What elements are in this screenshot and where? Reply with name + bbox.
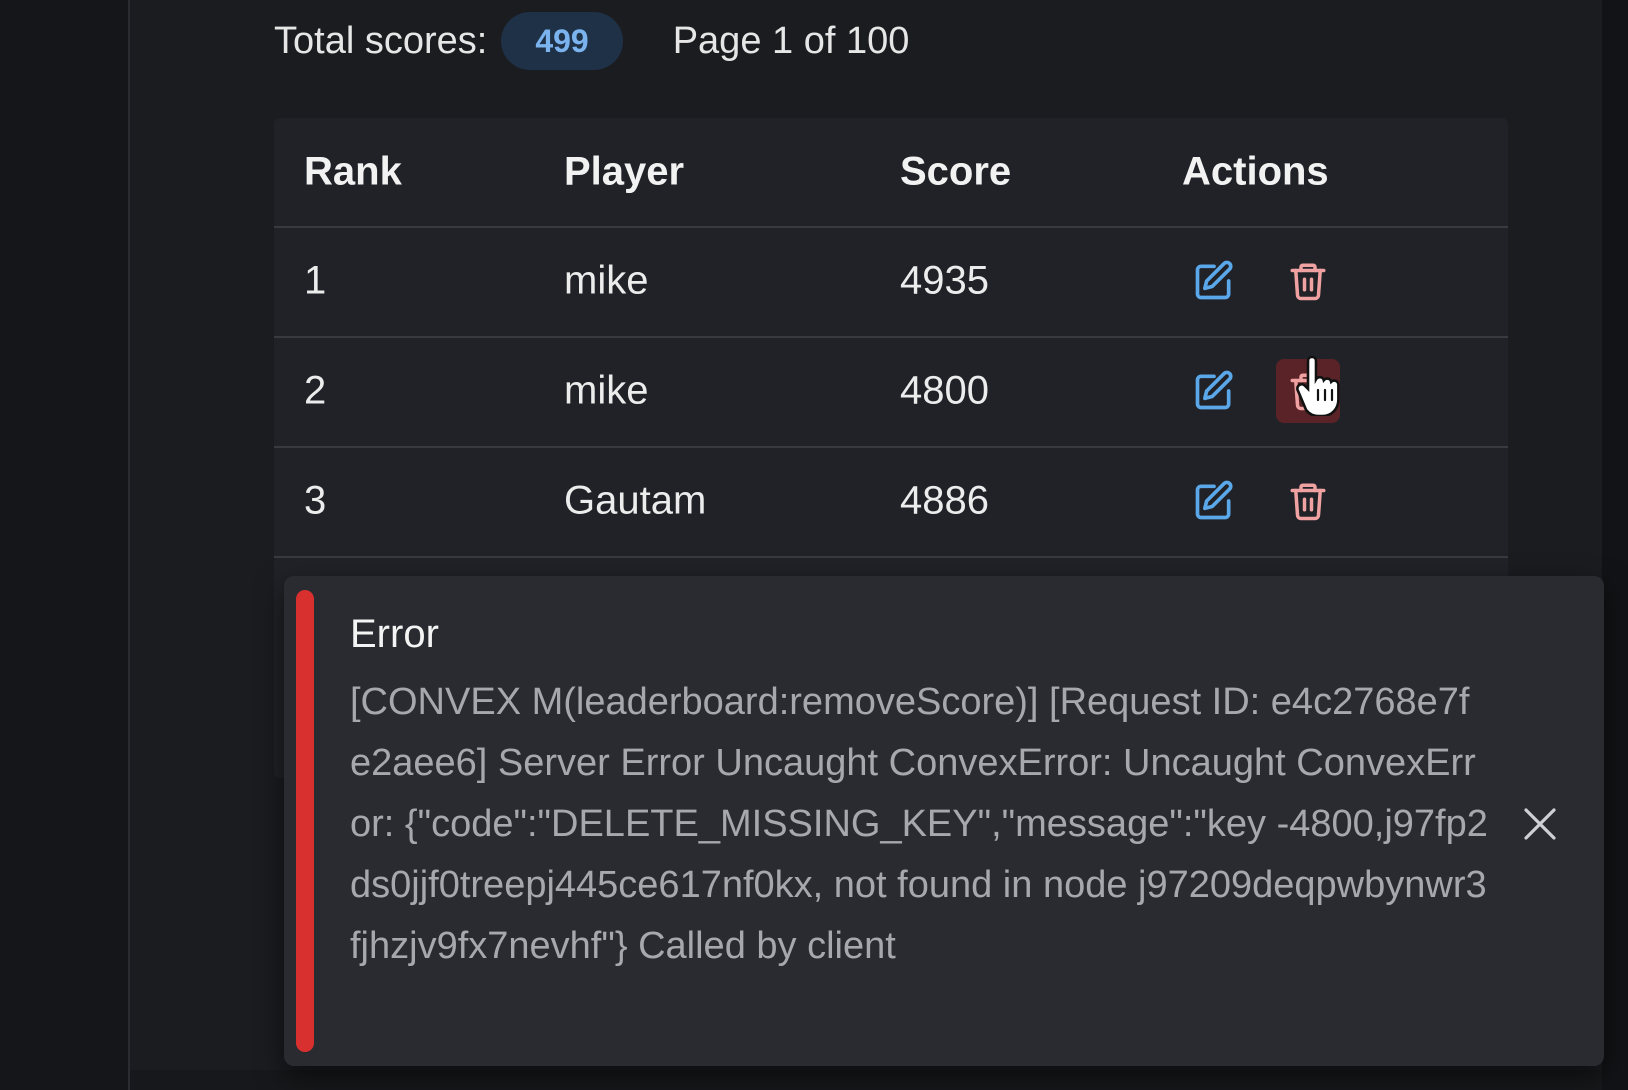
header-score: Score	[900, 149, 1012, 194]
cell-score: 4935	[900, 258, 989, 303]
toast-title: Error	[350, 612, 439, 656]
edit-icon	[1195, 480, 1233, 520]
scores-summary: Total scores: 499 Page 1 of 100	[274, 8, 909, 74]
table-row: 1 mike 4935	[274, 226, 1508, 338]
trash-icon	[1290, 263, 1326, 301]
cell-player: mike	[564, 258, 649, 303]
close-icon	[1524, 808, 1556, 840]
toast-message: [CONVEX M(leaderboard:removeScore)] [Req…	[350, 681, 1488, 967]
edit-icon	[1195, 370, 1233, 410]
header-actions: Actions	[1182, 149, 1329, 194]
header-player: Player	[564, 149, 685, 194]
cell-rank: 1	[304, 258, 327, 303]
table-row: 2 mike 4800	[274, 336, 1508, 448]
cell-rank: 3	[304, 478, 327, 523]
edit-button[interactable]	[1182, 359, 1246, 423]
table-row: 3 Gautam 4886	[274, 446, 1508, 558]
edit-button[interactable]	[1182, 249, 1246, 313]
error-toast: Error [CONVEX M(leaderboard:removeScore)…	[284, 576, 1604, 1066]
cell-score: 4800	[900, 368, 989, 413]
page-indicator: Page 1 of 100	[672, 19, 910, 62]
window-edge	[1602, 0, 1628, 1090]
error-accent-bar	[296, 590, 314, 1052]
header-rank: Rank	[304, 149, 402, 194]
trash-icon	[1290, 483, 1326, 521]
hand-pointer-cursor	[1296, 355, 1340, 416]
total-scores-label: Total scores:	[274, 19, 488, 62]
left-sidebar-rail	[0, 0, 130, 1090]
delete-button[interactable]	[1276, 249, 1340, 313]
cell-player: Gautam	[564, 478, 707, 523]
edit-button[interactable]	[1182, 469, 1246, 533]
cell-player: mike	[564, 368, 649, 413]
cell-rank: 2	[304, 368, 327, 413]
delete-button[interactable]	[1276, 469, 1340, 533]
cell-score: 4886	[900, 478, 989, 523]
total-scores-badge: 499	[501, 12, 623, 70]
toast-close-button[interactable]	[1516, 800, 1564, 848]
table-header-row: Rank Player Score Actions	[274, 118, 1508, 228]
edit-icon	[1195, 260, 1233, 300]
